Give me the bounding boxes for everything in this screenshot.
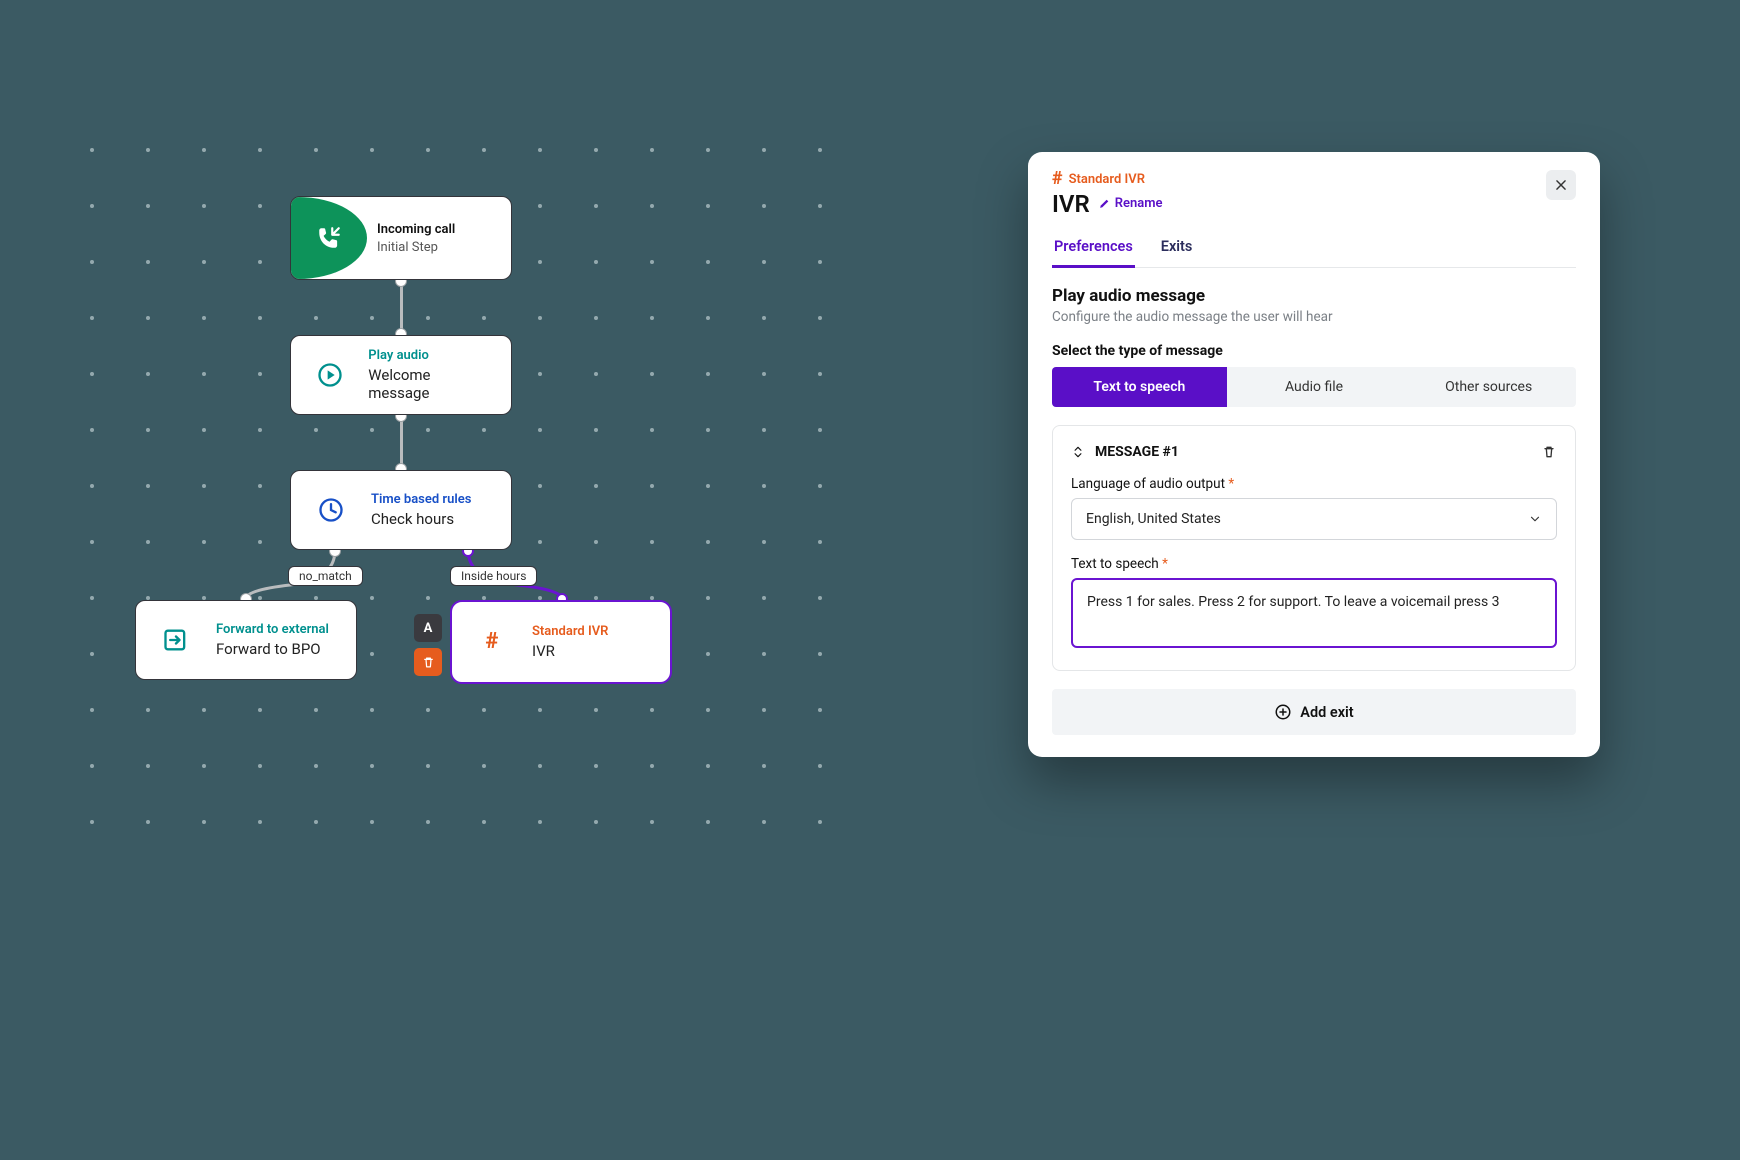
node-category: Time based rules — [371, 492, 471, 507]
panel-node-title: IVR — [1052, 190, 1090, 218]
message-card-title: MESSAGE #1 — [1095, 444, 1179, 460]
edge-label-inside: Inside hours — [450, 566, 537, 586]
node-category: Play audio — [368, 348, 491, 363]
message-type-label: Select the type of message — [1052, 343, 1576, 359]
language-select[interactable]: English, United States — [1071, 498, 1557, 540]
trash-icon — [421, 655, 436, 670]
node-category: Forward to external — [216, 622, 329, 637]
seg-audio-file[interactable]: Audio file — [1227, 367, 1402, 407]
panel-node-type: # Standard IVR — [1052, 170, 1163, 188]
tts-label: Text to speech * — [1071, 556, 1557, 572]
node-title: Welcome message — [368, 366, 491, 402]
chevron-down-icon — [1528, 512, 1542, 526]
node-title: IVR — [532, 642, 608, 660]
flow-node-forward-external[interactable]: Forward to external Forward to BPO — [135, 600, 357, 680]
rename-button[interactable]: Rename — [1098, 196, 1163, 211]
flow-node-incoming-call[interactable]: Incoming call Initial Step — [290, 196, 512, 280]
flow-node-time-rules[interactable]: Time based rules Check hours — [290, 470, 512, 550]
add-exit-button[interactable]: Add exit — [1052, 689, 1576, 735]
required-asterisk: * — [1162, 556, 1168, 572]
tab-preferences[interactable]: Preferences — [1052, 228, 1135, 268]
close-button[interactable] — [1546, 170, 1576, 200]
panel-tabs: Preferences Exits — [1052, 228, 1576, 268]
hash-icon: # — [1052, 170, 1063, 188]
node-category: Standard IVR — [532, 624, 608, 639]
section-subtitle: Configure the audio message the user wil… — [1052, 309, 1576, 325]
node-category: Incoming call — [377, 222, 455, 237]
clock-icon — [291, 471, 371, 549]
section-title: Play audio message — [1052, 286, 1576, 306]
tts-textarea[interactable] — [1071, 578, 1557, 648]
plus-circle-icon — [1274, 703, 1292, 721]
forward-icon — [136, 601, 216, 679]
collapse-icon[interactable] — [1071, 445, 1085, 459]
flow-edge — [400, 280, 403, 335]
node-title: Check hours — [371, 510, 471, 528]
language-label: Language of audio output * — [1071, 476, 1557, 492]
play-circle-icon — [291, 336, 368, 414]
node-config-panel: # Standard IVR IVR Rename Preferences Ex… — [1028, 152, 1600, 757]
node-title: Initial Step — [377, 240, 455, 255]
node-title: Forward to BPO — [216, 640, 329, 658]
edge-label-nomatch: no_match — [288, 566, 363, 586]
flow-node-play-audio[interactable]: Play audio Welcome message — [290, 335, 512, 415]
seg-other-sources[interactable]: Other sources — [1401, 367, 1576, 407]
letter-a-icon: A — [424, 621, 433, 636]
required-asterisk: * — [1228, 476, 1234, 492]
language-value: English, United States — [1086, 511, 1221, 527]
hash-icon: # — [452, 602, 532, 682]
seg-text-to-speech[interactable]: Text to speech — [1052, 367, 1227, 407]
trash-icon[interactable] — [1541, 444, 1557, 460]
flow-node-standard-ivr[interactable]: # Standard IVR IVR — [450, 600, 672, 684]
tab-exits[interactable]: Exits — [1159, 228, 1195, 267]
node-action-delete[interactable] — [414, 648, 442, 676]
close-icon — [1554, 178, 1568, 192]
message-card: MESSAGE #1 Language of audio output * En… — [1052, 425, 1576, 671]
message-type-segmented: Text to speech Audio file Other sources — [1052, 367, 1576, 407]
phone-incoming-icon — [291, 197, 367, 279]
pencil-icon — [1098, 197, 1111, 210]
node-action-rename[interactable]: A — [414, 614, 442, 642]
flow-edge — [400, 415, 403, 470]
